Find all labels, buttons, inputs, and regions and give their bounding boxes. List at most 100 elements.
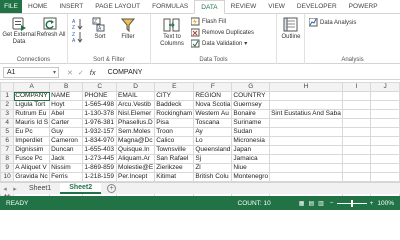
grid-cell[interactable]: Kitimat	[154, 172, 195, 182]
grid-cell[interactable]	[370, 127, 400, 137]
row-header[interactable]: 1	[0, 91, 15, 101]
tab-file[interactable]: FILE	[0, 0, 22, 13]
refresh-all-button[interactable]: Refresh All	[36, 17, 66, 39]
flash-fill-button[interactable]: Flash Fill	[191, 17, 226, 26]
sort-za-button[interactable]: ZA	[71, 31, 85, 44]
tab-home[interactable]: HOME	[22, 0, 54, 13]
grid-cell[interactable]: Eu Pc	[13, 127, 51, 137]
grid-cell[interactable]: Jack	[49, 154, 84, 164]
grid-cell[interactable]: Per.Incept	[116, 172, 156, 182]
grid-cell[interactable]: Queensland	[193, 145, 233, 155]
row-header[interactable]: 6	[0, 136, 15, 146]
column-header[interactable]: A	[13, 82, 51, 92]
grid-cell[interactable]: Baddeck	[154, 100, 195, 110]
data-validation-button[interactable]: Data Validation ▾	[191, 39, 247, 48]
grid-cell[interactable]	[341, 91, 372, 101]
grid-cell[interactable]: 1-869-859	[82, 163, 118, 173]
zoom-in-icon[interactable]: +	[370, 200, 374, 207]
tab-insert[interactable]: INSERT	[54, 0, 90, 13]
grid-cell[interactable]: Sem.Moles	[116, 127, 156, 137]
text-to-columns-button[interactable]: Text to Columns	[156, 17, 188, 48]
grid-cell[interactable]	[269, 118, 343, 128]
formula-input[interactable]: COMPANY	[108, 69, 143, 76]
select-all-corner[interactable]	[0, 82, 15, 92]
filter-button[interactable]: Filter	[115, 17, 141, 41]
grid-cell[interactable]: REGION	[193, 91, 233, 101]
column-header[interactable]: H	[269, 82, 343, 92]
grid-cell[interactable]: 1-218-159	[82, 172, 118, 182]
grid-cell[interactable]: Montenegro	[231, 172, 271, 182]
tab-developer[interactable]: DEVELOPER	[291, 0, 343, 13]
row-header[interactable]: 10	[0, 172, 15, 182]
grid-cell[interactable]: PHONE	[82, 91, 118, 101]
grid-cell[interactable]: EMAIL	[116, 91, 156, 101]
row-header[interactable]: 2	[0, 100, 15, 110]
grid-cell[interactable]	[269, 172, 343, 182]
row-header[interactable]: 4	[0, 118, 15, 128]
grid-cell[interactable]	[269, 145, 343, 155]
grid-cell[interactable]	[370, 136, 400, 146]
page-layout-view-icon[interactable]: ▤	[308, 200, 314, 207]
grid-cell[interactable]: Bonaire	[231, 109, 271, 119]
grid-cell[interactable]: 1-976-381	[82, 118, 118, 128]
grid-cell[interactable]: Mauris Id S	[13, 118, 51, 128]
tab-review[interactable]: REVIEW	[225, 0, 263, 13]
tab-formulas[interactable]: FORMULAS	[146, 0, 194, 13]
grid-cell[interactable]: Sudan	[231, 127, 271, 137]
grid-cell[interactable]: Guernsey	[231, 100, 271, 110]
grid-cell[interactable]: Molestie@E	[116, 163, 156, 173]
grid-cell[interactable]: Carter	[49, 118, 84, 128]
grid-cell[interactable]: CITY	[154, 91, 195, 101]
grid-cell[interactable]	[341, 154, 372, 164]
grid-cell[interactable]	[370, 145, 400, 155]
grid-cell[interactable]: Abel	[49, 109, 84, 119]
grid-cell[interactable]	[370, 109, 400, 119]
grid-cell[interactable]: 1-932-157	[82, 127, 118, 137]
sheet-tab-sheet2[interactable]: Sheet2	[60, 183, 102, 194]
grid-cell[interactable]: COMPANY	[13, 91, 51, 101]
zoom-level[interactable]: 100%	[377, 200, 394, 207]
column-header[interactable]: F	[193, 82, 233, 92]
column-header[interactable]: C	[82, 82, 118, 92]
column-header[interactable]: B	[49, 82, 84, 92]
grid-cell[interactable]	[370, 100, 400, 110]
row-header[interactable]: 5	[0, 127, 15, 137]
column-header[interactable]: E	[154, 82, 195, 92]
grid-cell[interactable]: Quisque.In	[116, 145, 156, 155]
grid-cell[interactable]	[341, 127, 372, 137]
grid-cell[interactable]: 1-565-498	[82, 100, 118, 110]
grid-cell[interactable]: Dignissim	[13, 145, 51, 155]
grid-cell[interactable]: COUNTRY	[231, 91, 271, 101]
cancel-entry-icon[interactable]: ✕	[67, 69, 73, 77]
grid-cell[interactable]	[269, 100, 343, 110]
grid-cell[interactable]: Duncan	[49, 145, 84, 155]
grid-cell[interactable]	[269, 163, 343, 173]
sort-az-button[interactable]: AZ	[71, 18, 85, 31]
grid-cell[interactable]: Rutrum Eu	[13, 109, 51, 119]
grid-cell[interactable]: 1-834-970	[82, 136, 118, 146]
column-header[interactable]: J	[370, 82, 400, 92]
grid-cell[interactable]: Fusce Pc	[13, 154, 51, 164]
grid-cell[interactable]: A Aliquet V	[13, 163, 51, 173]
next-sheet-icon[interactable]: ▸	[10, 185, 20, 193]
outline-button[interactable]: Outline	[279, 17, 303, 41]
tab-powerpivot[interactable]: POWERP	[343, 0, 384, 13]
grid-cell[interactable]: Ay	[193, 127, 233, 137]
row-header[interactable]: 9	[0, 163, 15, 173]
grid-cell[interactable]: Micronesia	[231, 136, 271, 146]
grid-cell[interactable]: Arcu.Vestib	[116, 100, 156, 110]
grid-cell[interactable]: Toscana	[193, 118, 233, 128]
grid-cell[interactable]: 1-130-378	[82, 109, 118, 119]
row-header[interactable]: 7	[0, 145, 15, 155]
grid-cell[interactable]: Nisl.Elemer	[116, 109, 156, 119]
grid-cell[interactable]	[341, 163, 372, 173]
grid-cell[interactable]: 1-655-403	[82, 145, 118, 155]
row-header[interactable]: 8	[0, 154, 15, 164]
tab-view[interactable]: VIEW	[262, 0, 291, 13]
grid-cell[interactable]: Imperdiet	[13, 136, 51, 146]
grid-cell[interactable]	[341, 172, 372, 182]
grid-cell[interactable]: Pisa	[154, 118, 195, 128]
data-validation-dropdown-icon[interactable]: ▾	[244, 40, 247, 47]
grid-cell[interactable]: Magna@Dc	[116, 136, 156, 146]
grid-cell[interactable]: Ligula Tort	[13, 100, 51, 110]
